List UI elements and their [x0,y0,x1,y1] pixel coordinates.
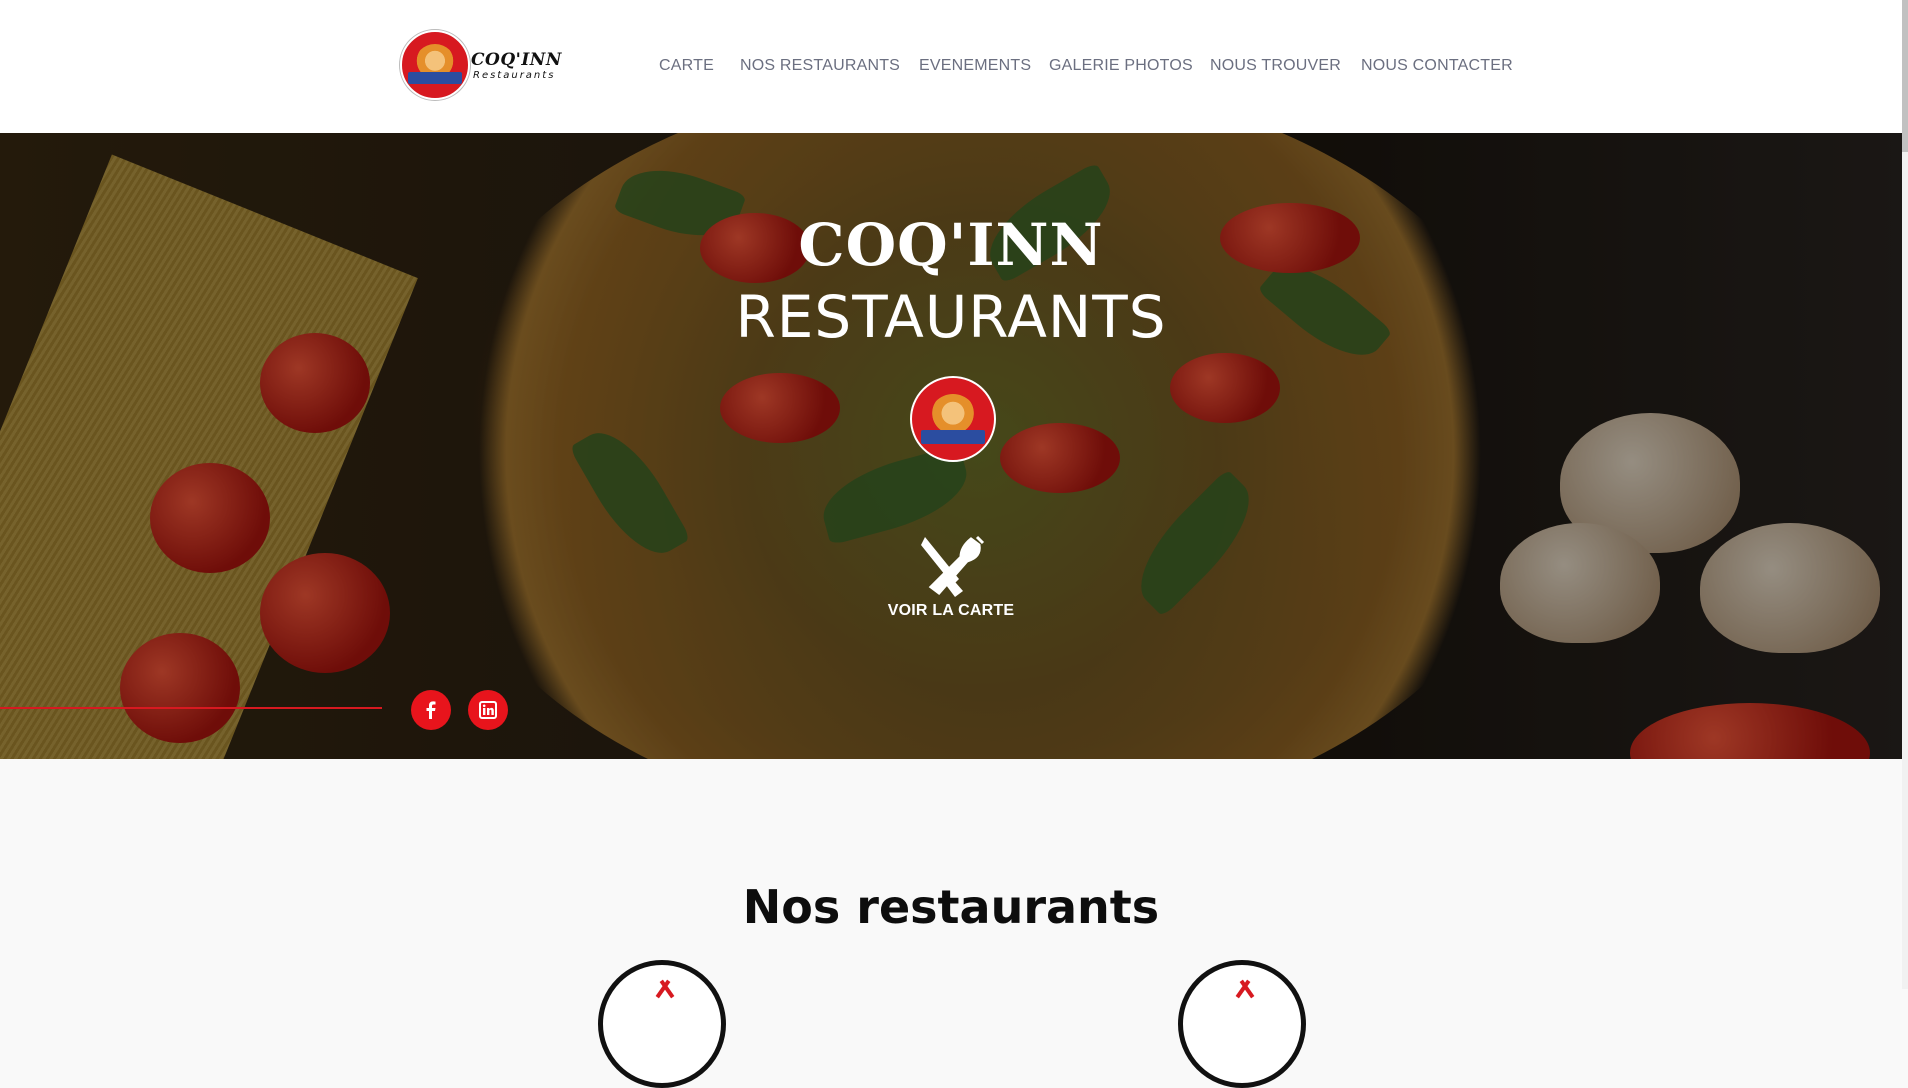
hero-red-divider [0,707,382,709]
voir-la-carte-label: VOIR LA CARTE [887,602,1015,619]
section-title: Nos restaurants [742,880,1160,934]
facebook-icon [426,701,436,719]
linkedin-icon [479,701,497,719]
restaurant-icon [1178,960,1306,1088]
logo-title: COQ'INN [471,50,562,70]
hero-title: COQ'INN [798,211,1104,279]
scrollbar-thumb[interactable] [1902,0,1908,152]
fork-knife-icon [921,535,985,597]
nav-item-nous-contacter[interactable]: NOUS CONTACTER [1361,57,1513,75]
logo-badge [400,30,470,100]
hero-subtitle: RESTAURANTS [735,283,1167,351]
nav-item-galerie-photos[interactable]: GALERIE PHOTOS [1049,57,1193,75]
voir-la-carte-button[interactable]: VOIR LA CARTE [880,533,1022,623]
logo-subtitle: Restaurants [473,70,556,81]
page-scrollbar[interactable] [1902,0,1908,989]
nav-item-carte[interactable]: CARTE [659,57,714,75]
hero-logo-badge [910,376,996,462]
site-logo[interactable]: COQ'INN Restaurants [400,30,561,100]
nav-item-evenements[interactable]: EVENEMENTS [919,57,1031,75]
hero-banner: COQ'INN RESTAURANTS VOIR LA CARTE [0,133,1902,759]
nav-item-nos-restaurants[interactable]: NOS RESTAURANTS [740,57,900,75]
linkedin-button[interactable] [468,690,508,730]
site-header: COQ'INN Restaurants CARTE NOS RESTAURANT… [0,0,1902,133]
nav-item-nous-trouver[interactable]: NOUS TROUVER [1210,57,1341,75]
facebook-button[interactable] [411,690,451,730]
restaurant-icon [598,960,726,1088]
